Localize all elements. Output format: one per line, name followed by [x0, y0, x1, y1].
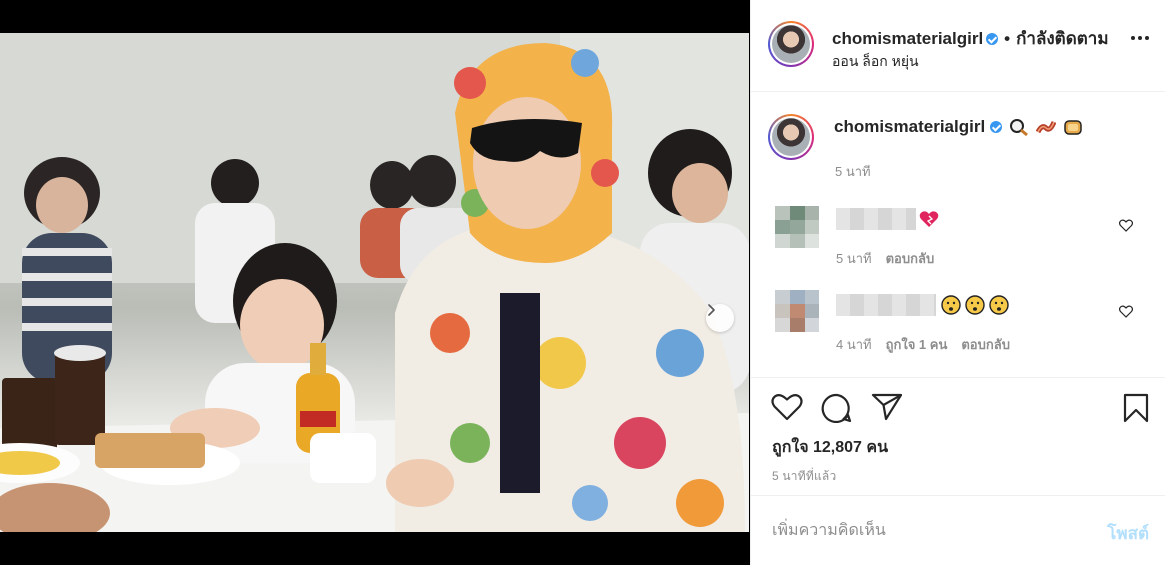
- more-dot-icon: [1138, 36, 1142, 40]
- save-bookmark-icon[interactable]: [1123, 393, 1149, 423]
- share-paper-plane-icon[interactable]: [871, 393, 903, 421]
- reply-button[interactable]: ตอบกลับ: [961, 334, 1010, 355]
- comment-time: 4 นาที: [836, 337, 872, 352]
- comment-time: 5 นาที: [836, 251, 872, 266]
- bread-emoji-icon: [1064, 120, 1082, 135]
- like-comment-heart-icon[interactable]: [1119, 219, 1133, 232]
- like-comment-heart-icon[interactable]: [1119, 305, 1133, 318]
- profile-picture: [772, 118, 810, 156]
- comment-likes[interactable]: ถูกใจ 1 คน: [886, 334, 948, 355]
- caption-user-row: chomismaterialgirl: [834, 117, 1083, 137]
- likes-count[interactable]: ถูกใจ 12,807 คน: [772, 435, 888, 460]
- hushed-face-emoji-icon: [941, 295, 1009, 315]
- comment-meta: 5 นาที ตอบกลับ: [836, 248, 934, 269]
- caption-username[interactable]: chomismaterialgirl: [834, 117, 985, 137]
- comment-meta: 4 นาที ถูกใจ 1 คน ตอบกลับ: [836, 334, 1010, 355]
- comment-avatar-blurred[interactable]: [775, 290, 819, 332]
- comment-avatar-blurred[interactable]: [775, 206, 819, 248]
- reply-button[interactable]: ตอบกลับ: [886, 248, 935, 269]
- header-username[interactable]: chomismaterialgirl: [832, 29, 983, 49]
- post-photo[interactable]: [0, 33, 749, 532]
- following-button[interactable]: กำลังติดตาม: [1016, 25, 1108, 52]
- more-dot-icon: [1131, 36, 1135, 40]
- bacon-emoji-icon: [1036, 121, 1057, 134]
- more-options-button[interactable]: [1131, 36, 1149, 40]
- caption-time: 5 นาที: [835, 164, 871, 179]
- avatar[interactable]: [768, 21, 814, 67]
- post-actions: ถูกใจ 12,807 คน 5 นาทีที่แล้ว: [751, 377, 1165, 495]
- add-comment-bar: โพสต์: [751, 495, 1165, 565]
- comment-input[interactable]: [772, 516, 1072, 546]
- more-dot-icon: [1145, 36, 1149, 40]
- post-comment-button[interactable]: โพสต์: [1107, 520, 1149, 547]
- comment-username-redacted[interactable]: [836, 294, 936, 316]
- post-caption: chomismaterialgirl: [751, 93, 1165, 183]
- comment-bubble-icon[interactable]: [821, 393, 853, 423]
- instagram-post-modal: chomismaterialgirl • กำลังติดตาม ออน ล็อ…: [0, 0, 1165, 565]
- photo-illustration: [0, 33, 749, 532]
- comment-username-redacted[interactable]: [836, 208, 916, 230]
- follow-separator: •: [1004, 28, 1011, 48]
- magnifier-emoji-icon: [1010, 119, 1029, 136]
- verified-badge-icon: [990, 121, 1003, 133]
- chevron-right-icon: [708, 304, 715, 316]
- profile-picture: [772, 25, 810, 63]
- next-slide-button[interactable]: [706, 304, 734, 332]
- post-header: chomismaterialgirl • กำลังติดตาม ออน ล็อ…: [751, 0, 1165, 92]
- post-sidebar: chomismaterialgirl • กำลังติดตาม ออน ล็อ…: [750, 0, 1165, 565]
- header-user-row: chomismaterialgirl • กำลังติดตาม: [832, 25, 1109, 52]
- post-location[interactable]: ออน ล็อก หยุ่น: [832, 51, 919, 73]
- avatar[interactable]: [768, 114, 814, 160]
- post-timestamp: 5 นาทีที่แล้ว: [772, 469, 837, 483]
- heart-emoji-icon: [919, 211, 939, 227]
- like-heart-icon[interactable]: [771, 393, 803, 421]
- verified-badge-icon: [986, 32, 999, 45]
